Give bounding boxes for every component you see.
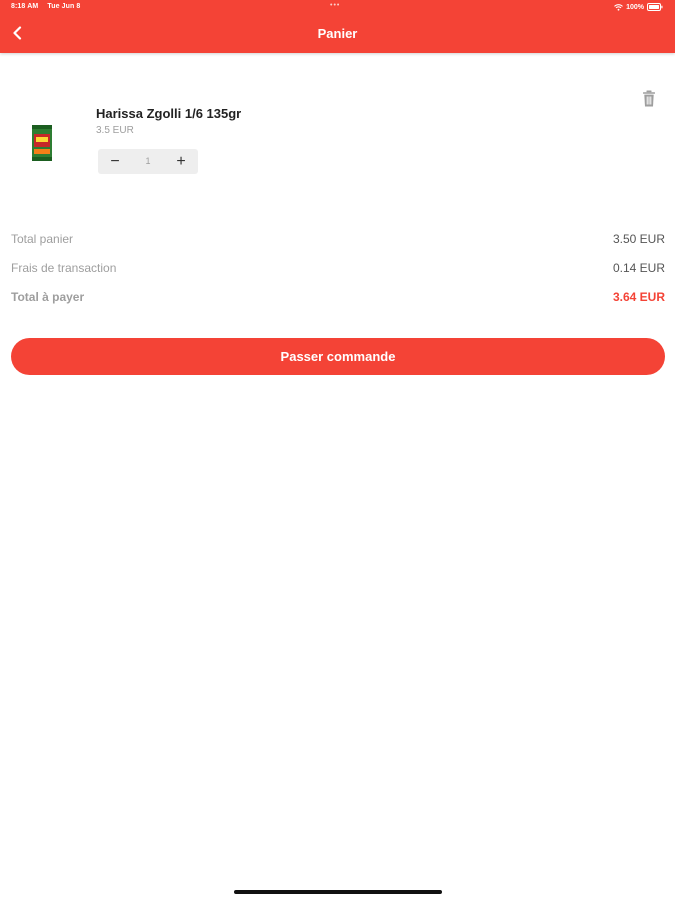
page-title: Panier bbox=[317, 26, 358, 41]
decrement-button[interactable]: − bbox=[98, 149, 132, 174]
battery-icon bbox=[647, 3, 663, 11]
status-bar-left: 8:18 AM Tue Jun 8 bbox=[11, 3, 87, 10]
total-label: Total à payer bbox=[11, 290, 85, 304]
quantity-stepper: − 1 + bbox=[98, 149, 198, 174]
quantity-value: 1 bbox=[145, 156, 151, 166]
order-summary: Total panier 3.50 EUR Frais de transacti… bbox=[11, 230, 665, 317]
app-screen: 8:18 AM Tue Jun 8 ••• 100% Panier Hariss… bbox=[0, 0, 675, 900]
home-indicator bbox=[234, 890, 442, 894]
subtotal-row: Total panier 3.50 EUR bbox=[11, 230, 665, 259]
fees-value: 0.14 EUR bbox=[612, 261, 665, 275]
total-row: Total à payer 3.64 EUR bbox=[11, 288, 665, 317]
product-price: 3.5 EUR bbox=[96, 125, 134, 136]
product-name: Harissa Zgolli 1/6 135gr bbox=[96, 106, 242, 121]
fees-label: Frais de transaction bbox=[11, 261, 117, 275]
product-image bbox=[30, 124, 54, 162]
total-value: 3.64 EUR bbox=[612, 290, 665, 304]
trash-icon bbox=[640, 90, 658, 113]
subtotal-label: Total panier bbox=[11, 232, 74, 246]
place-order-button[interactable]: Passer commande bbox=[11, 338, 665, 375]
wifi-icon bbox=[614, 3, 623, 11]
subtotal-value: 3.50 EUR bbox=[612, 232, 665, 246]
fees-row: Frais de transaction 0.14 EUR bbox=[11, 259, 665, 288]
top-app-bar: 8:18 AM Tue Jun 8 ••• 100% Panier bbox=[0, 0, 675, 53]
battery-percent: 100% bbox=[626, 3, 644, 11]
multitask-dots: ••• bbox=[330, 2, 341, 9]
delete-item-button[interactable] bbox=[640, 89, 658, 109]
status-bar-right: 100% bbox=[614, 3, 663, 11]
cart-item: Harissa Zgolli 1/6 135gr 3.5 EUR − 1 + bbox=[0, 88, 675, 188]
increment-button[interactable]: + bbox=[164, 149, 198, 174]
status-time: 8:18 AM bbox=[11, 3, 39, 10]
status-date: Tue Jun 8 bbox=[47, 3, 81, 10]
